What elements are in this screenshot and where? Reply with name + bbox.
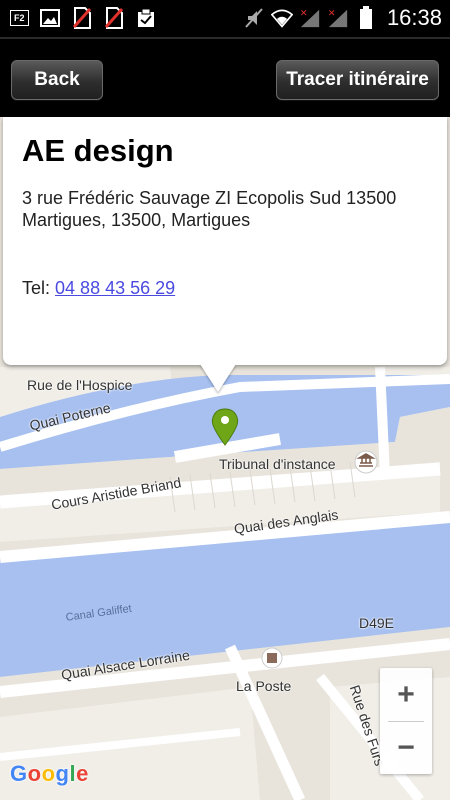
google-logo: Google: [10, 761, 89, 786]
route-button[interactable]: Tracer itinéraire: [276, 60, 439, 100]
zoom-controls: + −: [380, 668, 432, 774]
mute-icon: [243, 7, 265, 29]
notification-icons: F2: [10, 7, 157, 29]
info-window[interactable]: AE design 3 rue Frédéric Sauvage ZI Ecop…: [3, 117, 447, 365]
battery-icon: [355, 6, 377, 29]
info-window-pointer: [200, 364, 236, 392]
system-icons: ✕ ✕ 16:38: [243, 5, 442, 31]
f2-icon: F2: [10, 10, 29, 26]
image-icon: [39, 7, 61, 29]
map-label-d49e: D49E: [359, 615, 395, 631]
phone-label: Tel:: [22, 278, 51, 298]
zoom-out-button[interactable]: −: [380, 721, 432, 774]
signal-icon: ✕: [299, 7, 321, 29]
phone-row: Tel: 04 88 43 56 29: [22, 278, 175, 299]
no-sim-icon: [103, 7, 125, 29]
status-bar: F2 ✕ ✕ 16:38: [0, 0, 450, 37]
zoom-in-button[interactable]: +: [380, 668, 432, 721]
business-address: 3 rue Frédéric Sauvage ZI Ecopolis Sud 1…: [22, 188, 397, 230]
clock: 16:38: [386, 5, 442, 30]
zoom-divider: [388, 721, 424, 722]
phone-link[interactable]: 04 88 43 56 29: [55, 278, 175, 298]
wifi-icon: [270, 7, 293, 29]
svg-text:✕: ✕: [328, 8, 336, 19]
clipboard-check-icon: [135, 7, 157, 29]
no-sim-icon: [71, 7, 93, 29]
action-bar: Back Tracer itinéraire: [0, 37, 450, 117]
signal-icon: ✕: [327, 7, 349, 29]
map-label-tribunal: Tribunal d'instance: [219, 456, 336, 472]
business-name: AE design: [22, 133, 174, 168]
back-button[interactable]: Back: [11, 60, 103, 100]
map-label-rue-hospice: Rue de l'Hospice: [27, 377, 133, 393]
svg-text:✕: ✕: [300, 8, 308, 19]
map-label-la-poste: La Poste: [236, 678, 292, 694]
